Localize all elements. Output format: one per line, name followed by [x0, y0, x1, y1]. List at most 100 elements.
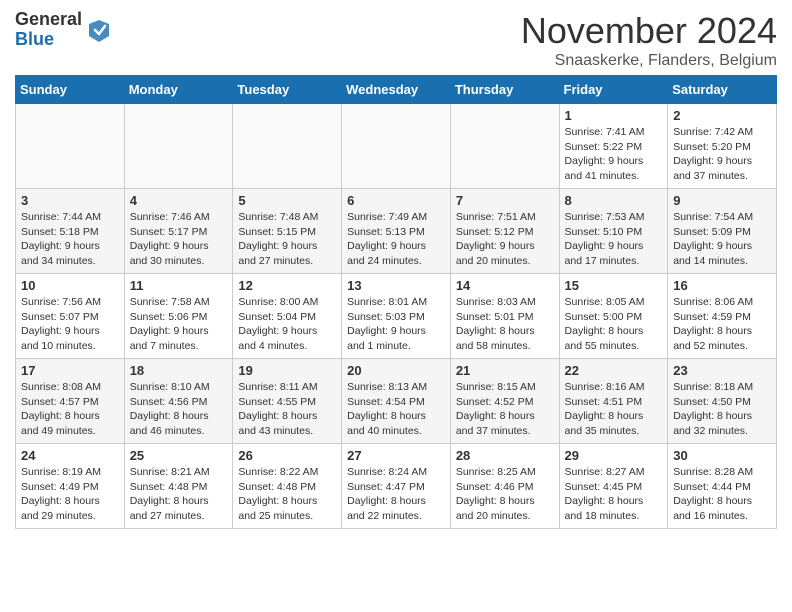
day-info-2-2: Sunrise: 8:00 AM Sunset: 5:04 PM Dayligh…: [238, 295, 336, 354]
cell-1-4: 7 Sunrise: 7:51 AM Sunset: 5:12 PM Daylig…: [450, 189, 559, 274]
day-info-1-1: Sunrise: 7:46 AM Sunset: 5:17 PM Dayligh…: [130, 210, 228, 269]
day-number-3-5: 22: [565, 363, 663, 378]
cell-2-4: 14 Sunrise: 8:03 AM Sunset: 5:01 PM Dayli…: [450, 274, 559, 359]
day-number-4-0: 24: [21, 448, 119, 463]
day-number-0-5: 1: [565, 108, 663, 123]
day-info-4-5: Sunrise: 8:27 AM Sunset: 4:45 PM Dayligh…: [565, 465, 663, 524]
day-number-1-5: 8: [565, 193, 663, 208]
cell-1-0: 3 Sunrise: 7:44 AM Sunset: 5:18 PM Daylig…: [16, 189, 125, 274]
day-number-2-6: 16: [673, 278, 771, 293]
header-friday: Friday: [559, 76, 668, 104]
day-number-3-3: 20: [347, 363, 445, 378]
day-info-4-0: Sunrise: 8:19 AM Sunset: 4:49 PM Dayligh…: [21, 465, 119, 524]
day-number-1-3: 6: [347, 193, 445, 208]
cell-2-2: 12 Sunrise: 8:00 AM Sunset: 5:04 PM Dayli…: [233, 274, 342, 359]
day-info-3-1: Sunrise: 8:10 AM Sunset: 4:56 PM Dayligh…: [130, 380, 228, 439]
cell-4-5: 29 Sunrise: 8:27 AM Sunset: 4:45 PM Dayli…: [559, 444, 668, 529]
cell-1-3: 6Sunrise: 7:49 AM Sunset: 5:13 PM Daylig…: [342, 189, 451, 274]
logo-text: General Blue: [15, 10, 82, 50]
cell-4-6: 30 Sunrise: 8:28 AM Sunset: 4:44 PM Dayli…: [668, 444, 777, 529]
day-info-4-1: Sunrise: 8:21 AM Sunset: 4:48 PM Dayligh…: [130, 465, 228, 524]
logo-general: General: [15, 10, 82, 30]
day-info-1-0: Sunrise: 7:44 AM Sunset: 5:18 PM Dayligh…: [21, 210, 119, 269]
day-number-1-2: 5: [238, 193, 336, 208]
day-info-3-2: Sunrise: 8:11 AM Sunset: 4:55 PM Dayligh…: [238, 380, 336, 439]
day-number-3-2: 19: [238, 363, 336, 378]
day-info-1-4: Sunrise: 7:51 AM Sunset: 5:12 PM Dayligh…: [456, 210, 554, 269]
cell-2-1: 11 Sunrise: 7:58 AM Sunset: 5:06 PM Dayli…: [124, 274, 233, 359]
day-info-4-2: Sunrise: 8:22 AM Sunset: 4:48 PM Dayligh…: [238, 465, 336, 524]
day-number-3-6: 23: [673, 363, 771, 378]
logo: General Blue: [15, 10, 113, 50]
cell-3-1: 18Sunrise: 8:10 AM Sunset: 4:56 PM Dayli…: [124, 359, 233, 444]
week-row-4: 24 Sunrise: 8:19 AM Sunset: 4:49 PM Dayli…: [16, 444, 777, 529]
day-number-4-2: 26: [238, 448, 336, 463]
week-row-1: 3 Sunrise: 7:44 AM Sunset: 5:18 PM Daylig…: [16, 189, 777, 274]
cell-4-1: 25Sunrise: 8:21 AM Sunset: 4:48 PM Dayli…: [124, 444, 233, 529]
day-number-0-6: 2: [673, 108, 771, 123]
cell-4-4: 28Sunrise: 8:25 AM Sunset: 4:46 PM Dayli…: [450, 444, 559, 529]
cell-0-4: [450, 104, 559, 189]
calendar-subtitle: Snaaskerke, Flanders, Belgium: [521, 52, 777, 70]
day-number-4-6: 30: [673, 448, 771, 463]
day-info-1-2: Sunrise: 7:48 AM Sunset: 5:15 PM Dayligh…: [238, 210, 336, 269]
day-info-2-1: Sunrise: 7:58 AM Sunset: 5:06 PM Dayligh…: [130, 295, 228, 354]
cell-2-6: 16 Sunrise: 8:06 AM Sunset: 4:59 PM Dayli…: [668, 274, 777, 359]
day-number-1-4: 7: [456, 193, 554, 208]
cell-2-5: 15Sunrise: 8:05 AM Sunset: 5:00 PM Dayli…: [559, 274, 668, 359]
cell-0-5: 1Sunrise: 7:41 AM Sunset: 5:22 PM Daylig…: [559, 104, 668, 189]
cell-4-2: 26 Sunrise: 8:22 AM Sunset: 4:48 PM Dayli…: [233, 444, 342, 529]
day-info-3-6: Sunrise: 8:18 AM Sunset: 4:50 PM Dayligh…: [673, 380, 771, 439]
day-info-3-0: Sunrise: 8:08 AM Sunset: 4:57 PM Dayligh…: [21, 380, 119, 439]
header-wednesday: Wednesday: [342, 76, 451, 104]
cell-3-0: 17 Sunrise: 8:08 AM Sunset: 4:57 PM Dayli…: [16, 359, 125, 444]
week-row-2: 10 Sunrise: 7:56 AM Sunset: 5:07 PM Dayli…: [16, 274, 777, 359]
day-number-3-4: 21: [456, 363, 554, 378]
day-info-3-4: Sunrise: 8:15 AM Sunset: 4:52 PM Dayligh…: [456, 380, 554, 439]
day-number-4-3: 27: [347, 448, 445, 463]
day-info-4-3: Sunrise: 8:24 AM Sunset: 4:47 PM Dayligh…: [347, 465, 445, 524]
day-number-2-1: 11: [130, 278, 228, 293]
day-number-2-4: 14: [456, 278, 554, 293]
day-number-2-2: 12: [238, 278, 336, 293]
logo-blue: Blue: [15, 30, 82, 50]
day-info-2-0: Sunrise: 7:56 AM Sunset: 5:07 PM Dayligh…: [21, 295, 119, 354]
header-sunday: Sunday: [16, 76, 125, 104]
day-info-2-4: Sunrise: 8:03 AM Sunset: 5:01 PM Dayligh…: [456, 295, 554, 354]
header-monday: Monday: [124, 76, 233, 104]
cell-0-2: [233, 104, 342, 189]
cell-1-6: 9Sunrise: 7:54 AM Sunset: 5:09 PM Daylig…: [668, 189, 777, 274]
cell-4-0: 24 Sunrise: 8:19 AM Sunset: 4:49 PM Dayli…: [16, 444, 125, 529]
day-info-1-5: Sunrise: 7:53 AM Sunset: 5:10 PM Dayligh…: [565, 210, 663, 269]
cell-0-0: [16, 104, 125, 189]
day-info-0-6: Sunrise: 7:42 AM Sunset: 5:20 PM Dayligh…: [673, 125, 771, 184]
day-info-3-3: Sunrise: 8:13 AM Sunset: 4:54 PM Dayligh…: [347, 380, 445, 439]
header-row: General Blue November 2024 Snaaskerke, F…: [15, 10, 777, 70]
cell-3-3: 20 Sunrise: 8:13 AM Sunset: 4:54 PM Dayli…: [342, 359, 451, 444]
day-number-2-0: 10: [21, 278, 119, 293]
cell-2-3: 13Sunrise: 8:01 AM Sunset: 5:03 PM Dayli…: [342, 274, 451, 359]
day-number-1-0: 3: [21, 193, 119, 208]
header-thursday: Thursday: [450, 76, 559, 104]
logo-icon: [85, 16, 113, 44]
cell-3-4: 21 Sunrise: 8:15 AM Sunset: 4:52 PM Dayli…: [450, 359, 559, 444]
cell-1-5: 8 Sunrise: 7:53 AM Sunset: 5:10 PM Daylig…: [559, 189, 668, 274]
week-row-3: 17 Sunrise: 8:08 AM Sunset: 4:57 PM Dayli…: [16, 359, 777, 444]
day-info-2-6: Sunrise: 8:06 AM Sunset: 4:59 PM Dayligh…: [673, 295, 771, 354]
cell-4-3: 27 Sunrise: 8:24 AM Sunset: 4:47 PM Dayli…: [342, 444, 451, 529]
day-number-1-1: 4: [130, 193, 228, 208]
day-number-2-5: 15: [565, 278, 663, 293]
title-block: November 2024 Snaaskerke, Flanders, Belg…: [521, 10, 777, 70]
day-number-4-4: 28: [456, 448, 554, 463]
day-info-3-5: Sunrise: 8:16 AM Sunset: 4:51 PM Dayligh…: [565, 380, 663, 439]
page-container: General Blue November 2024 Snaaskerke, F…: [0, 0, 792, 539]
cell-2-0: 10 Sunrise: 7:56 AM Sunset: 5:07 PM Dayli…: [16, 274, 125, 359]
day-number-3-0: 17: [21, 363, 119, 378]
cell-1-1: 4 Sunrise: 7:46 AM Sunset: 5:17 PM Daylig…: [124, 189, 233, 274]
week-row-0: 1Sunrise: 7:41 AM Sunset: 5:22 PM Daylig…: [16, 104, 777, 189]
day-number-4-5: 29: [565, 448, 663, 463]
day-info-4-6: Sunrise: 8:28 AM Sunset: 4:44 PM Dayligh…: [673, 465, 771, 524]
cell-3-6: 23 Sunrise: 8:18 AM Sunset: 4:50 PM Dayli…: [668, 359, 777, 444]
weekday-header-row: Sunday Monday Tuesday Wednesday Thursday…: [16, 76, 777, 104]
cell-3-2: 19 Sunrise: 8:11 AM Sunset: 4:55 PM Dayli…: [233, 359, 342, 444]
